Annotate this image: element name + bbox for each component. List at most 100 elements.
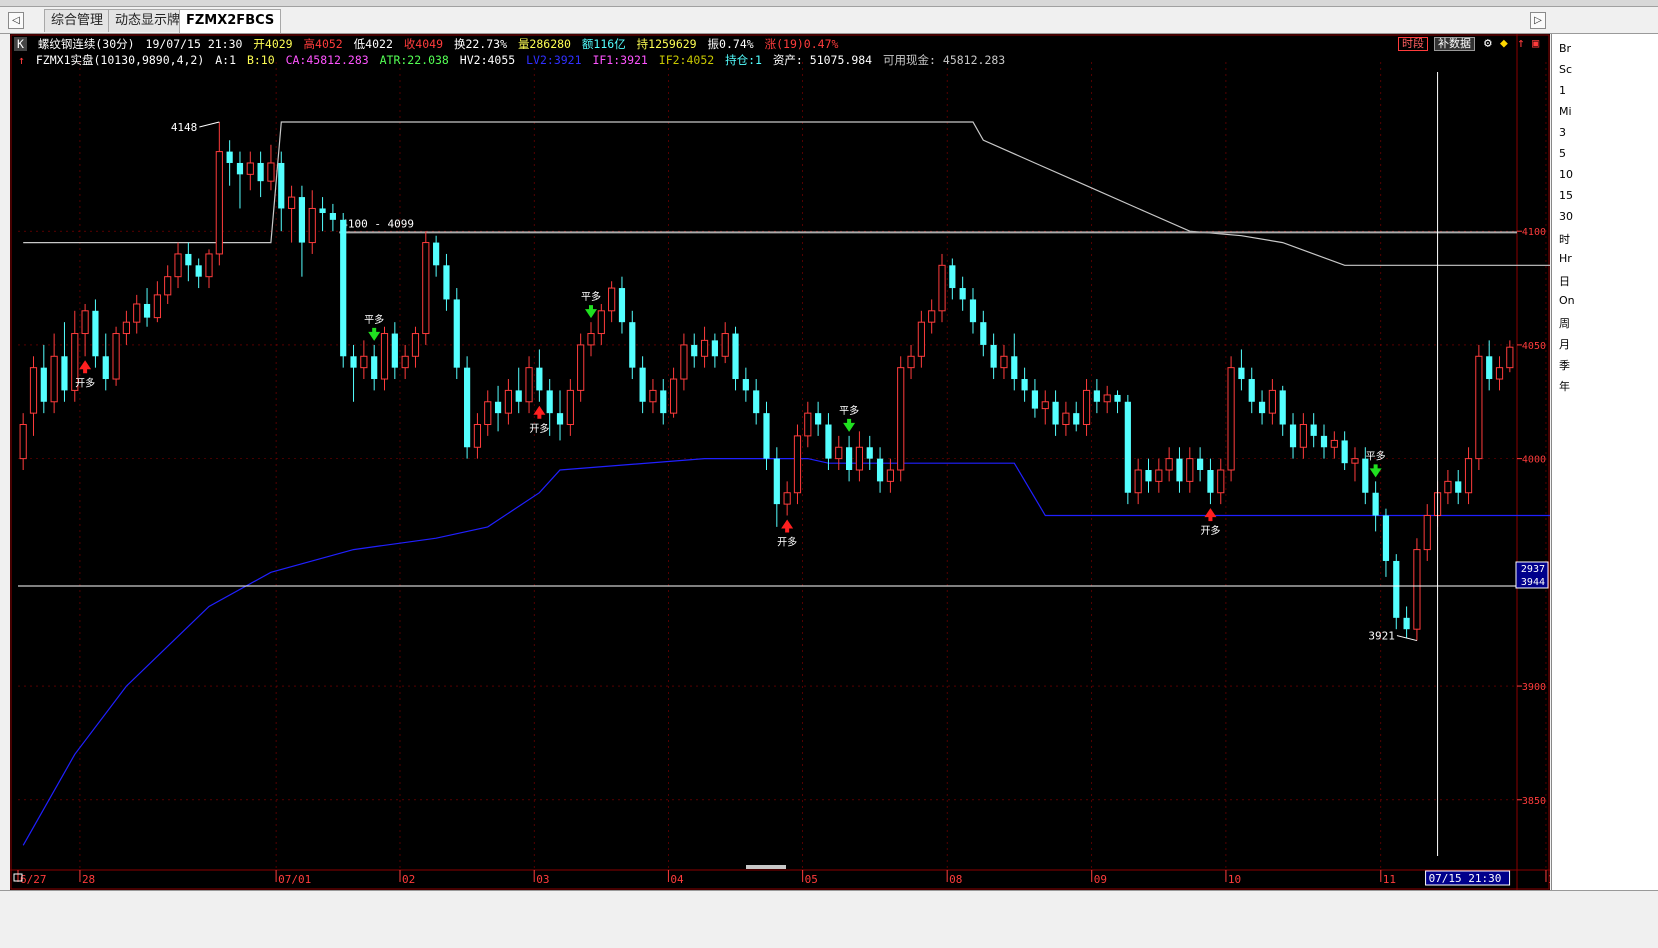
candle-body [102,356,109,380]
period-side-panel: Br Sc 1 Mi 3 5 10 15 30 时 Hr 日 On 周月季年 [1551,34,1658,890]
x-tick-label: 03 [536,873,549,886]
y-tick-label: 4000 [1522,455,1546,466]
candle-body [845,447,853,470]
high-price-label: 4148 [171,121,198,134]
candle-body [660,390,667,414]
symbol-name: 螺纹钢连续(30分) [37,37,135,51]
y-tick-label: 3850 [1522,796,1546,807]
candle-body [1299,424,1307,448]
tab-fzmx2fbcs[interactable]: FZMX2FBCS [179,9,282,33]
y-tick-label: 4050 [1522,341,1546,352]
period-item[interactable]: 日 [1559,273,1570,289]
candle-body [1134,469,1142,494]
buy-signal-label: 开多 [1200,524,1220,537]
period-item[interactable]: 5 [1559,147,1566,160]
tab-dynamic-board[interactable]: 动态显示牌 [108,9,188,32]
period-item[interactable]: 15 [1559,189,1573,202]
candle-body [969,299,977,323]
candle-body [1082,389,1091,426]
candle-body [711,340,718,357]
candle-body [753,390,760,414]
supplement-data-button[interactable]: 补数据 [1434,37,1475,51]
candle-body [639,367,646,402]
candle-body [164,276,172,296]
period-item[interactable]: Br [1559,42,1571,55]
x-tick-label: 04 [670,873,684,886]
candle-body [1506,346,1514,369]
candle-body [122,321,131,335]
period-item[interactable]: 3 [1559,126,1566,139]
kline-chart-canvas[interactable]: 4100 4050 4000 3900 3850 6/27 28 07/01 02 03 04 05 0… [10,34,1550,890]
candle-body [246,162,254,175]
candle-body [1310,424,1317,436]
x-tick-label: 28 [82,873,95,886]
kline-chart[interactable]: 4100 4050 4000 3900 3850 6/27 28 07/01 02 03 04 05 0… [10,34,1550,890]
period-item[interactable]: On [1559,294,1575,307]
period-item[interactable]: 30 [1559,210,1573,223]
candle-body [959,288,966,300]
realtime-button[interactable]: 时段 [1398,37,1428,51]
candle-body [411,333,420,357]
param-b: B:10 [246,53,275,67]
candle-body [773,458,780,505]
candle-body [215,151,223,255]
close-price: 收4049 [403,37,444,51]
candle-body [391,333,398,368]
period-item[interactable]: 年 [1559,378,1570,394]
period-badge[interactable]: K [14,37,27,51]
level-label: 4100 - 4099 [341,217,414,230]
candle-body [938,264,946,312]
period-item[interactable]: Mi [1559,105,1572,118]
chart-scroll-handle[interactable] [746,865,786,869]
x-tick-label: 02 [402,873,415,886]
period-item[interactable]: 10 [1559,168,1573,181]
candle-body [525,367,533,403]
tab-scroll-right-button[interactable]: ▷ [1530,12,1546,29]
high-pointer-line [199,121,220,128]
assets-value: 51075.984 [809,53,873,67]
minimize-icon[interactable]: ↑ [1517,36,1525,51]
maximize-icon[interactable]: ▣ [1532,36,1539,50]
warning-icon[interactable]: ◆ [1500,36,1508,51]
candle-body [886,469,894,482]
crosshair-time-label: 07/15 21:30 [1429,872,1502,885]
period-item[interactable]: Hr [1559,252,1572,265]
candle-body [195,265,202,277]
candle-body [143,303,151,318]
tab-scroll-left-button[interactable]: ◁ [8,12,24,29]
candle-body [1393,560,1400,618]
sell-signal-label: 平多 [364,313,384,326]
settings-icon[interactable]: ⚙ [1484,36,1492,51]
candle-body [29,367,38,414]
period-item[interactable]: 月 [1559,336,1570,352]
candle-body [515,390,522,402]
tab-overview[interactable]: 综合管理 [44,9,111,32]
param-if2: IF2:4052 [658,53,715,67]
period-item[interactable]: 季 [1559,357,1570,373]
candle-body [876,458,884,482]
candle-body [185,253,192,266]
period-item[interactable]: 1 [1559,84,1566,97]
x-tick-label: 10 [1228,873,1241,886]
crosshair-price-b: 3944 [1521,577,1545,588]
candle-body [866,447,873,459]
param-ca: CA:45812.283 [285,53,369,67]
candle-body [298,197,306,243]
period-item[interactable]: 周 [1559,315,1570,331]
period-item[interactable]: Sc [1559,63,1572,76]
candle-body [1093,390,1100,402]
candle-body [1103,394,1111,403]
period-item[interactable]: 时 [1559,231,1570,247]
candle-body [1052,401,1059,425]
candle-body [1114,394,1121,402]
buy-signal-arrow [781,519,794,533]
candle-body [484,401,492,426]
candle-body [1486,356,1493,380]
amount: 额116亿 [581,37,626,51]
candle-body [649,389,657,403]
candle-body [1279,390,1286,425]
sell-signal-label: 平多 [839,404,859,417]
candle-body [19,424,27,460]
x-tick-label: 07/01 [278,873,311,886]
x-tick-label: 12 [1548,873,1550,886]
